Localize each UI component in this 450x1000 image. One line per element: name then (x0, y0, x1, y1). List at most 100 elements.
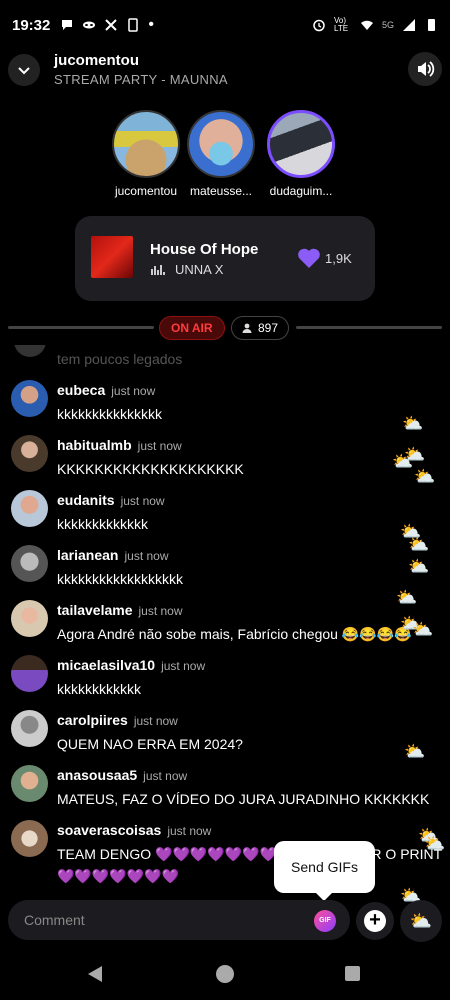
participant-avatar (187, 110, 255, 178)
participant-item[interactable]: mateusse... (176, 110, 266, 198)
reaction-emoji: ⛅ (408, 535, 430, 554)
comment-bar: GIF (8, 900, 350, 940)
volte-label: Vo) LTE (333, 16, 349, 33)
reaction-button[interactable]: ⛅ (400, 900, 442, 942)
chat-message: eudanits just now kkkkkkkkkkkkk (0, 490, 450, 545)
participant-avatar (112, 110, 180, 178)
chat-message: soaverascoisas just now TEAM DENGO 💜💜💜💜💜💜… (0, 820, 450, 890)
message-time: just now (161, 659, 206, 673)
reaction-emoji: ⛅ (424, 834, 446, 853)
reaction-emoji: ⛅ (392, 452, 414, 471)
message-time: just now (143, 769, 188, 783)
message-text: kkkkkkkkkkkkkkkkkk (57, 571, 183, 587)
message-time: just now (120, 494, 165, 508)
message-username[interactable]: tailavelame (57, 602, 133, 618)
message-time: just now (124, 549, 169, 563)
message-username[interactable]: micaelasilva10 (57, 657, 155, 673)
divider (296, 326, 442, 329)
heart-icon[interactable] (297, 247, 321, 269)
divider (8, 326, 154, 329)
dot-icon: • (148, 16, 154, 33)
message-time: just now (111, 384, 156, 398)
equalizer-icon (151, 265, 165, 275)
chat-message: tailavelame just now Agora André não sobe… (0, 600, 450, 655)
album-art (91, 236, 133, 278)
message-username[interactable]: carolpiires (57, 712, 128, 728)
message-text: QUEM NAO ERRA EM 2024? (57, 736, 243, 752)
song-artist: UNNA X (175, 262, 224, 277)
plus-icon: + (364, 910, 386, 932)
stream-host-name: jucomentou (54, 52, 139, 69)
avatar[interactable] (11, 600, 48, 637)
now-playing-card[interactable]: House Of Hope UNNA X 1,9K (75, 216, 375, 301)
participant-item[interactable]: dudaguim... (256, 110, 346, 198)
comment-input[interactable] (24, 908, 294, 932)
message-time: just now (137, 439, 182, 453)
message-username[interactable]: eudanits (57, 492, 115, 508)
battery-icon (428, 19, 435, 31)
participant-avatar (267, 110, 335, 178)
stream-header: jucomentou STREAM PARTY - MAUNNA (0, 50, 450, 90)
reaction-emoji: ⛅ (404, 742, 426, 761)
message-text: MATEUS, FAZ O VÍDEO DO JURA JURADINHO KK… (57, 791, 430, 807)
chat-message: anasousaa5 just now MATEUS, FAZ O VÍDEO D… (0, 765, 450, 820)
message-text: kkkkkkkkkkkkk (57, 516, 148, 532)
status-bar: 19:32 • Vo) LTE 5G (0, 0, 450, 50)
system-nav-bar (0, 950, 450, 1000)
on-air-badge: ON AIR (159, 316, 225, 340)
participant-name: dudaguim... (269, 184, 333, 198)
message-text: kkkkkkkkkkkk (57, 681, 141, 697)
chat-feed[interactable]: tem poucos legados eubeca just now kkkkkk… (0, 345, 450, 890)
stream-subtitle: STREAM PARTY - MAUNNA (54, 72, 228, 87)
message-time: just now (138, 604, 183, 618)
message-time: just now (133, 714, 178, 728)
like-count: 1,9K (325, 251, 352, 266)
signal-icon (403, 19, 415, 31)
avatar[interactable] (11, 435, 48, 472)
avatar (14, 345, 46, 357)
notification-icons: • (60, 16, 154, 34)
avatar[interactable] (11, 380, 48, 417)
message-username[interactable]: eubeca (57, 382, 105, 398)
gif-button[interactable]: GIF (314, 910, 336, 932)
reaction-emoji: ⛅ (414, 467, 436, 486)
collapse-button[interactable] (8, 54, 40, 86)
reaction-emoji: ⛅ (412, 620, 434, 639)
participants-row: jucomentou mateusse... dudaguim... (0, 110, 450, 210)
listener-count-badge[interactable]: 897 (231, 316, 290, 340)
mask-icon (83, 21, 96, 29)
avatar[interactable] (11, 490, 48, 527)
recents-icon[interactable] (345, 966, 360, 981)
reaction-emoji: ⛅ (396, 588, 418, 607)
avatar[interactable] (11, 710, 48, 747)
chat-message: habitualmb just now KKKKKKKKKKKKKKKKKKKK (0, 435, 450, 490)
avatar[interactable] (11, 655, 48, 692)
avatar[interactable] (11, 820, 48, 857)
chevron-down-icon (18, 67, 30, 75)
message-username[interactable]: soaverascoisas (57, 822, 161, 838)
chat-message: eubeca just now kkkkkkkkkkkkkkk (0, 380, 450, 435)
status-time: 19:32 (12, 16, 51, 34)
x-icon (105, 19, 118, 31)
volume-button[interactable] (408, 52, 442, 86)
message-time: just now (167, 824, 212, 838)
speaker-icon (418, 61, 435, 77)
back-icon[interactable] (88, 966, 102, 982)
participant-name: mateusse... (189, 184, 253, 198)
add-button[interactable]: + (356, 902, 394, 940)
avatar[interactable] (11, 545, 48, 582)
person-icon (242, 323, 252, 333)
message-username[interactable]: habitualmb (57, 437, 132, 453)
reaction-emoji: ⛅ (408, 557, 430, 576)
chat-bubble-icon (62, 20, 73, 30)
wifi-icon (360, 20, 373, 30)
chat-message: carolpiires just now QUEM NAO ERRA EM 202… (0, 710, 450, 765)
message-username[interactable]: larianean (57, 547, 118, 563)
home-icon[interactable] (216, 965, 234, 983)
chat-message: larianean just now kkkkkkkkkkkkkkkkkk (0, 545, 450, 600)
message-username[interactable]: anasousaa5 (57, 767, 137, 783)
avatar[interactable] (11, 765, 48, 802)
message-text: TEAM DENGO 💜💜💜💜💜💜💜 VAMOS BOTAR O PRINT 💜… (57, 846, 442, 884)
network-label: 5G (381, 20, 394, 30)
alarm-icon (313, 19, 325, 32)
